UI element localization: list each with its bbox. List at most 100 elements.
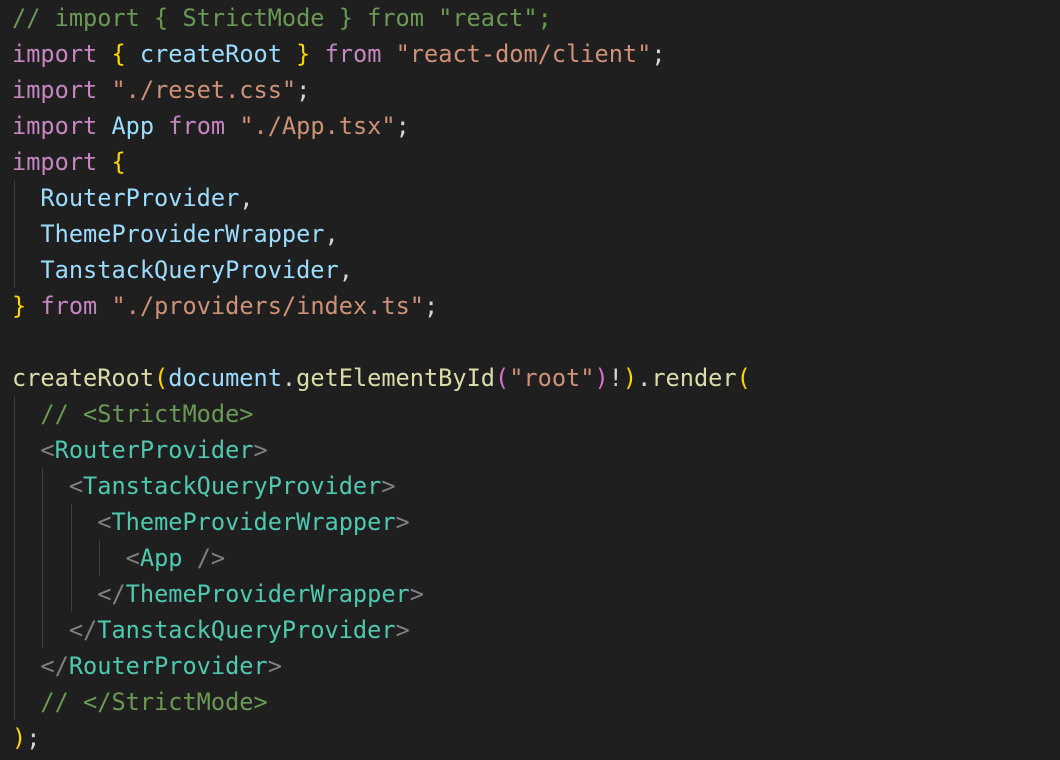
- code-token: // </StrictMode>: [40, 688, 268, 716]
- code-token: // import { StrictMode } from "react";: [12, 4, 552, 32]
- code-token: TanstackQueryProvider: [97, 616, 396, 644]
- code-line[interactable]: // <StrictMode>: [12, 396, 254, 432]
- code-token: }: [296, 40, 311, 68]
- code-token: </: [68, 616, 98, 644]
- code-token: .: [637, 364, 652, 392]
- code-token: // <StrictMode>: [40, 400, 254, 428]
- code-token: (: [154, 364, 169, 392]
- code-token: >: [381, 472, 396, 500]
- code-token: TanstackQueryProvider: [83, 472, 382, 500]
- code-token: />: [196, 544, 226, 572]
- code-token: "root": [509, 364, 595, 392]
- code-line[interactable]: RouterProvider,: [12, 180, 254, 216]
- code-token: ,: [324, 220, 339, 248]
- code-line[interactable]: import App from "./App.tsx";: [12, 108, 410, 144]
- code-token: ThemeProviderWrapper: [125, 580, 410, 608]
- code-line[interactable]: import "./reset.css";: [12, 72, 310, 108]
- code-token: ThemeProviderWrapper: [40, 220, 325, 248]
- code-token: ;: [651, 40, 666, 68]
- code-token: import: [12, 112, 98, 140]
- code-token: from: [40, 292, 98, 320]
- code-token: (: [736, 364, 751, 392]
- code-token: ;: [26, 724, 41, 752]
- code-token: </: [97, 580, 126, 608]
- code-line[interactable]: TanstackQueryProvider,: [12, 252, 353, 288]
- code-token: (: [495, 364, 510, 392]
- code-token: ): [12, 724, 27, 752]
- code-line[interactable]: <App />: [12, 540, 225, 576]
- code-line[interactable]: import {: [12, 144, 126, 180]
- code-token: RouterProvider: [68, 652, 268, 680]
- code-token: <: [125, 544, 140, 572]
- code-token: </: [40, 652, 69, 680]
- code-token: >: [267, 652, 282, 680]
- code-token: from: [324, 40, 382, 68]
- code-line[interactable]: <TanstackQueryProvider>: [12, 468, 396, 504]
- code-token: <: [40, 436, 55, 464]
- code-token: createRoot: [12, 364, 155, 392]
- code-line[interactable]: <RouterProvider>: [12, 432, 268, 468]
- code-token: TanstackQueryProvider: [40, 256, 339, 284]
- code-line[interactable]: import { createRoot } from "react-dom/cl…: [12, 36, 666, 72]
- code-line[interactable]: // import { StrictMode } from "react";: [12, 0, 552, 36]
- code-token: {: [111, 40, 126, 68]
- code-line[interactable]: ThemeProviderWrapper,: [12, 216, 339, 252]
- code-line[interactable]: <ThemeProviderWrapper>: [12, 504, 410, 540]
- code-token: <: [68, 472, 84, 500]
- code-token: "./App.tsx": [239, 112, 396, 140]
- code-editor[interactable]: // import { StrictMode } from "react"; im…: [0, 0, 1060, 760]
- code-line[interactable]: </TanstackQueryProvider>: [12, 612, 410, 648]
- code-token: ,: [338, 256, 353, 284]
- code-token: !: [608, 364, 623, 392]
- code-line[interactable]: createRoot(document.getElementById("root…: [12, 360, 751, 396]
- code-token: {: [111, 148, 126, 176]
- code-token: "react-dom/client": [395, 40, 652, 68]
- code-token: ,: [239, 184, 254, 212]
- code-token: import: [12, 76, 98, 104]
- code-token: import: [12, 40, 98, 68]
- code-token: "./providers/index.ts": [111, 292, 424, 320]
- code-token: <: [97, 508, 112, 536]
- code-token: >: [409, 580, 424, 608]
- code-token: ): [622, 364, 638, 392]
- code-line[interactable]: } from "./providers/index.ts";: [12, 288, 438, 324]
- code-line[interactable]: // </StrictMode>: [12, 684, 268, 720]
- code-token: RouterProvider: [54, 436, 254, 464]
- code-line[interactable]: );: [12, 720, 40, 756]
- code-token: >: [395, 616, 410, 644]
- code-token: ): [594, 364, 609, 392]
- code-token: >: [253, 436, 268, 464]
- code-token: ;: [424, 292, 439, 320]
- code-line[interactable]: </ThemeProviderWrapper>: [12, 576, 424, 612]
- code-token: RouterProvider: [40, 184, 240, 212]
- code-token: App: [111, 112, 155, 140]
- code-token: ;: [296, 76, 311, 104]
- code-token: "./reset.css": [111, 76, 297, 104]
- code-token: ThemeProviderWrapper: [111, 508, 396, 536]
- code-line[interactable]: </RouterProvider>: [12, 648, 282, 684]
- code-token: getElementById: [296, 364, 495, 392]
- code-token: }: [12, 292, 27, 320]
- code-token: document: [168, 364, 282, 392]
